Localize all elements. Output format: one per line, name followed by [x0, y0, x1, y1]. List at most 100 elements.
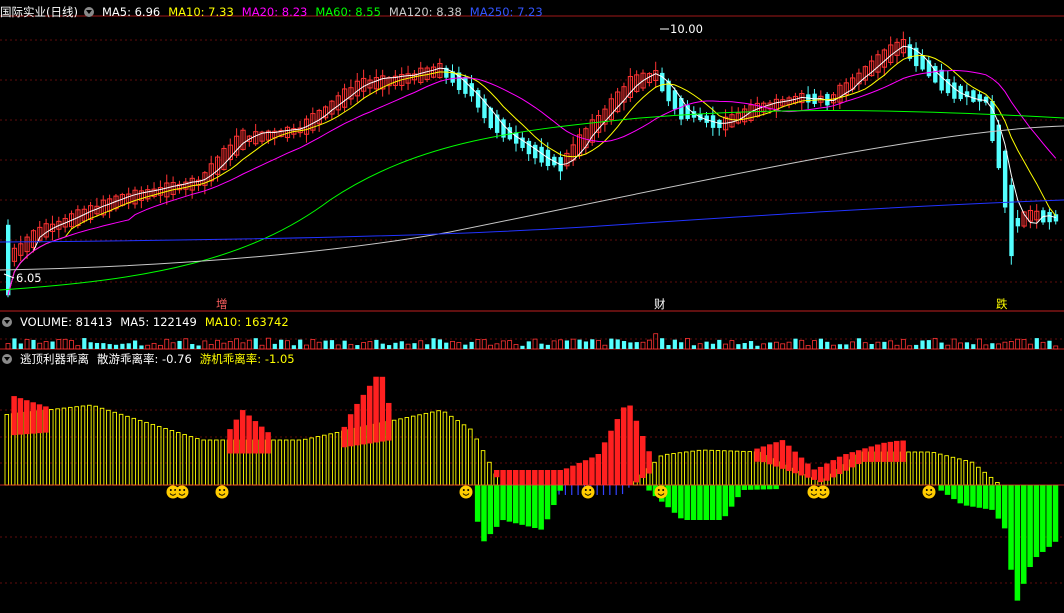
indicator-bar-red: [11, 396, 17, 436]
indicator-bar-red: [627, 405, 633, 485]
indicator-bar-yellow: [690, 450, 695, 486]
volume-bar-down: [634, 342, 639, 349]
indicator-bar-yellow: [55, 408, 60, 486]
volume-bar-down: [177, 340, 182, 349]
volume-bar-up: [831, 344, 836, 350]
smile-signal-icon: [816, 485, 830, 499]
event-marker-zeng[interactable]: 增: [216, 297, 228, 311]
indicator-bar-red: [538, 470, 544, 485]
indicator-bar-red: [582, 460, 589, 485]
indicator-bar-red: [341, 426, 348, 448]
volume-bar-down: [253, 338, 258, 349]
volume-bar-down: [107, 344, 112, 349]
candlestick-series[interactable]: [6, 31, 1059, 298]
indicator-bar-yellow: [125, 415, 130, 486]
smile-eye: [183, 489, 186, 491]
volume-bars[interactable]: [5, 333, 1059, 350]
volume-bar-up: [513, 344, 519, 350]
volume-bar-up: [405, 343, 411, 350]
indicator-bar-green: [995, 485, 1002, 519]
indicator-bar-green: [487, 485, 494, 535]
stock-title[interactable]: 国际实业(日线): [0, 5, 78, 19]
indicator-bar-yellow: [715, 450, 721, 486]
volume-bar-up: [310, 339, 316, 350]
volume-bar-up: [640, 341, 646, 350]
indicator-bar-red: [798, 457, 805, 476]
indicator-bar-yellow: [80, 405, 86, 486]
indicator-bar-yellow: [188, 436, 194, 486]
indicator-bar-green: [735, 485, 741, 498]
indicator-bar-green: [697, 485, 703, 520]
indicator-panel-menu-icon[interactable]: [2, 354, 12, 364]
volume-bar-up: [361, 342, 367, 350]
volume-bar-down: [374, 339, 379, 349]
indicator-bar-red: [386, 402, 392, 441]
event-marker-cai[interactable]: 财: [654, 297, 666, 311]
indicator-bar-yellow: [112, 411, 117, 486]
indicator-bar-green: [519, 485, 525, 525]
indicator-bar-green: [1040, 485, 1046, 552]
volume-bar-up: [958, 342, 963, 350]
indicator-bar-green: [963, 485, 970, 506]
indicator-bar-red: [601, 442, 608, 485]
main-panel-menu-icon[interactable]: [83, 7, 94, 17]
smile-signal-icon: [922, 485, 936, 499]
volume-bar-up: [37, 342, 43, 350]
volume-bar-up: [532, 338, 538, 350]
moving-average-lines: [0, 45, 1064, 296]
indicator-bar-yellow: [969, 461, 975, 486]
indicator-bar-red: [239, 410, 246, 454]
volume-bar-up: [234, 338, 240, 350]
indicator-bar-red: [379, 376, 386, 442]
smile-signal-icon: [459, 485, 473, 499]
volume-panel-menu-icon[interactable]: [2, 317, 12, 327]
indicator-bar-red: [779, 440, 786, 469]
indicator-bar-green: [938, 485, 944, 491]
indicator-bar-red: [43, 406, 49, 433]
indicator-bar-green: [513, 485, 519, 524]
volume-bar-down: [1034, 338, 1039, 349]
indicator-bar-red: [589, 457, 595, 485]
volume-bar-down: [736, 344, 741, 349]
event-marker-die[interactable]: 跌: [996, 297, 1008, 311]
volume-bar-down: [126, 343, 131, 349]
indicator-bar-red: [811, 469, 817, 480]
indicator-bar-green: [716, 485, 722, 520]
indicator-bar-red: [760, 446, 767, 463]
indicator-bar-yellow: [684, 451, 689, 486]
indicator-bar-red: [265, 432, 271, 454]
indicator-bar-yellow: [741, 450, 746, 486]
indicator-bar-red: [608, 430, 614, 485]
volume-bar-up: [75, 345, 81, 350]
volume-bar-up: [761, 343, 767, 350]
volume-bar-up: [697, 343, 703, 350]
indicator-bar-yellow: [277, 439, 283, 486]
smile-signal-icon: [654, 485, 668, 499]
volume-bar-down: [272, 343, 277, 349]
indicator-bar-yellow: [982, 471, 987, 486]
indicator-bar-yellow: [976, 466, 981, 486]
volume-bar-down: [742, 343, 747, 349]
ma120-label: MA120: 8.38: [388, 5, 462, 19]
indicator-bar-green: [773, 485, 779, 490]
volume-panel-header: VOLUME: 81413 MA5: 122149 MA10: 163742: [0, 314, 297, 330]
indicator-bar-green: [709, 485, 716, 520]
indicator-bar-green: [1052, 485, 1059, 542]
indicator-bar-yellow: [487, 461, 492, 486]
indicator-name[interactable]: 逃顶利器乖离: [20, 352, 89, 366]
indicator-bar-yellow: [283, 439, 289, 486]
indicator-bar-red: [519, 470, 525, 485]
volume-bar-down: [18, 343, 23, 349]
volume-bar-up: [596, 339, 601, 350]
smile-face: [215, 485, 229, 499]
chart-canvas: [0, 15, 1064, 601]
indicator-bar-green: [678, 485, 684, 519]
volume-bar-down: [113, 344, 119, 349]
ma5-label: MA5: 6.96: [101, 5, 161, 19]
candle-body-down: [983, 96, 989, 103]
indicator-value-2: 游机乖离率: -1.05: [199, 352, 295, 366]
indicator-bar-yellow: [918, 451, 924, 486]
volume-bar-up: [240, 342, 246, 350]
volume-bar-down: [768, 342, 773, 349]
volume-bar-up: [951, 338, 957, 350]
